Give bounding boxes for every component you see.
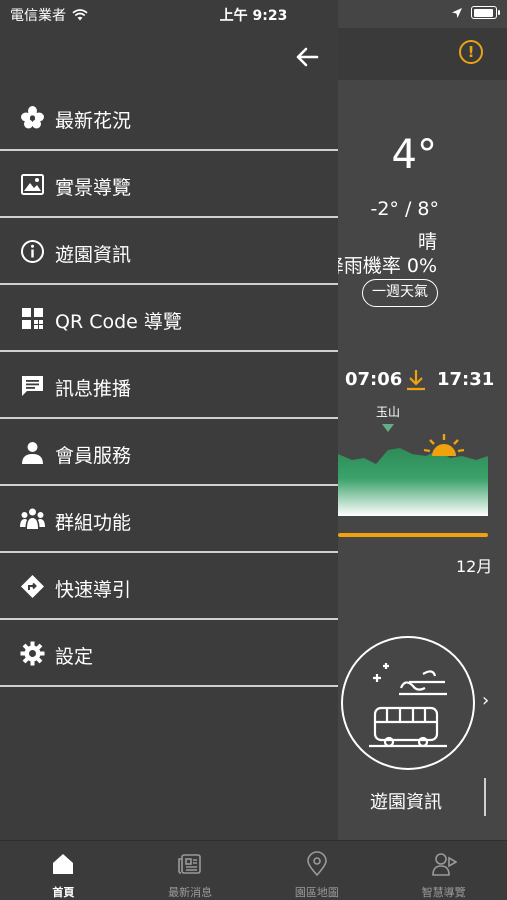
sunrise-time: 07:06 [345, 369, 403, 390]
group-icon [20, 508, 45, 529]
peak-label: 玉山 [376, 405, 401, 419]
back-arrow-icon[interactable] [295, 46, 319, 68]
alert-icon[interactable]: ! [459, 40, 483, 64]
drawer-menu: 最新花況 實景導覽 遊園資訊 QR Code 導覽 訊息推播 會員服務 群組功能… [0, 84, 338, 687]
tab-label: 首頁 [52, 886, 75, 899]
weather-condition: 晴 [417, 231, 437, 253]
park-info-label: 遊園資訊 [370, 792, 442, 813]
tab-label: 最新消息 [168, 886, 213, 899]
season-progress-bar [338, 533, 488, 537]
menu-item-label: 實景導覽 [55, 177, 132, 199]
temperature-range: -2° / 8° [370, 198, 439, 220]
menu-item-quick-guide[interactable]: 快速導引 [0, 553, 338, 620]
carousel-next-icon[interactable]: › [482, 690, 489, 711]
status-bar: 電信業者 上午 9:23 [0, 0, 507, 28]
menu-item-label: 會員服務 [55, 445, 132, 467]
person-icon [22, 442, 43, 464]
mountain-graphic [338, 434, 488, 516]
directions-icon [21, 575, 44, 598]
sunset-icon [407, 370, 425, 391]
menu-item-label: 遊園資訊 [55, 244, 132, 266]
qr-code-icon [22, 308, 43, 329]
menu-item-label: 訊息推播 [55, 378, 132, 400]
menu-item-settings[interactable]: 設定 [0, 620, 338, 687]
sunset-time: 17:31 [437, 369, 495, 390]
park-info-card[interactable] [341, 636, 475, 770]
location-arrow-icon [452, 7, 462, 18]
tab-map[interactable]: 園區地圖 [254, 841, 381, 900]
info-icon [21, 240, 44, 263]
map-pin-icon [307, 851, 327, 877]
tab-label: 園區地圖 [294, 886, 339, 899]
menu-item-label: 最新花況 [55, 110, 132, 132]
clock: 上午 9:23 [219, 8, 288, 24]
bus-icon [369, 663, 447, 748]
flower-icon [21, 106, 44, 129]
gear-icon [20, 641, 45, 666]
menu-item-label: QR Code 導覽 [55, 311, 182, 333]
side-drawer: 最新花況 實景導覽 遊園資訊 QR Code 導覽 訊息推播 會員服務 群組功能… [0, 0, 338, 840]
battery-icon [471, 6, 500, 19]
rain-chance: 降雨機率 0% [324, 255, 437, 277]
menu-item-live-view[interactable]: 實景導覽 [0, 151, 338, 218]
menu-item-park-info[interactable]: 遊園資訊 [0, 218, 338, 285]
current-temperature: 4° [391, 132, 437, 178]
menu-item-label: 快速導引 [55, 579, 132, 601]
drawer-header [0, 28, 338, 84]
guide-icon [431, 853, 457, 876]
menu-item-group-function[interactable]: 群組功能 [0, 486, 338, 553]
tab-smart-guide[interactable]: 智慧導覽 [380, 841, 507, 900]
image-icon [21, 174, 44, 195]
menu-item-member-service[interactable]: 會員服務 [0, 419, 338, 486]
menu-item-label: 群組功能 [55, 512, 132, 534]
tab-label: 智慧導覽 [421, 886, 466, 899]
sun-icon [423, 434, 465, 456]
message-icon [22, 376, 43, 396]
news-icon [178, 854, 201, 874]
tab-news[interactable]: 最新消息 [127, 841, 254, 900]
tab-bar: 首頁 最新消息 園區地圖 智慧導覽 [0, 840, 507, 900]
home-icon [53, 854, 74, 874]
weekly-weather-button[interactable]: 一週天氣 [362, 279, 438, 307]
menu-item-qr-code[interactable]: QR Code 導覽 [0, 285, 338, 352]
menu-item-label: 設定 [55, 646, 94, 668]
menu-item-push-messages[interactable]: 訊息推播 [0, 352, 338, 419]
card-divider [484, 778, 486, 816]
tab-home[interactable]: 首頁 [0, 841, 127, 900]
menu-item-flower-status[interactable]: 最新花況 [0, 84, 338, 151]
month-label: 12月 [456, 557, 493, 576]
